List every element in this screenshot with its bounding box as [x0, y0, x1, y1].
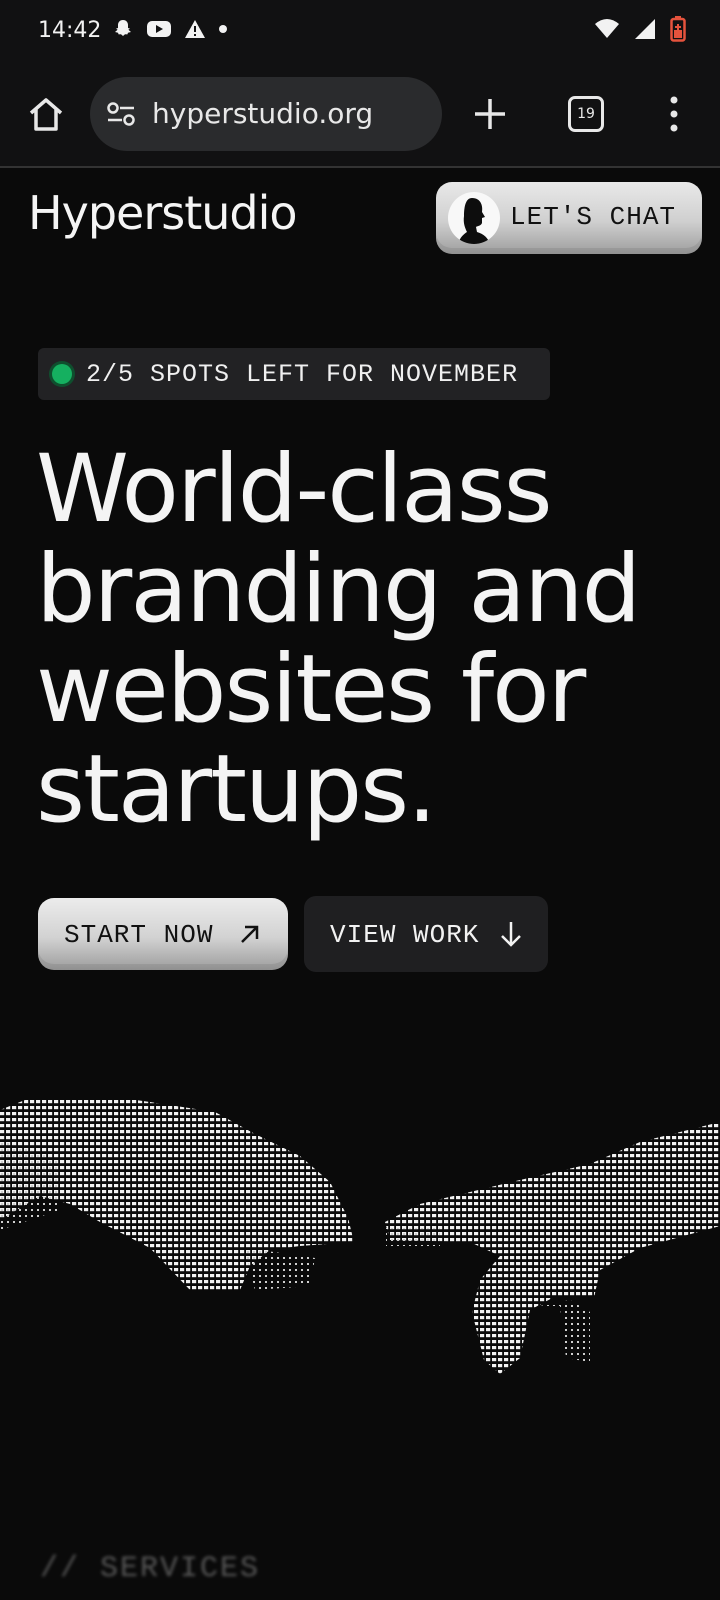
headline-line: startups.: [36, 735, 437, 844]
snapchat-icon: [115, 20, 131, 36]
warning-icon: [185, 20, 205, 38]
status-time: 14:42: [38, 18, 102, 43]
view-work-button[interactable]: VIEW WORK: [304, 896, 548, 972]
site-settings-icon[interactable]: [106, 101, 136, 127]
battery-charging-icon: [670, 16, 686, 42]
youtube-icon: [147, 21, 171, 37]
status-bar: 14:42: [0, 0, 720, 64]
availability-badge: 2/5 SPOTS LEFT FOR NOVEMBER: [38, 348, 550, 400]
ascii-hands-illustration: [0, 1100, 720, 1374]
notification-icons: [112, 18, 228, 40]
home-icon[interactable]: [26, 94, 66, 134]
arrow-up-right-icon: [241, 925, 259, 943]
tab-switcher-button[interactable]: 19: [568, 96, 604, 132]
address-bar[interactable]: hyperstudio.org: [90, 77, 442, 151]
lets-chat-button[interactable]: LET'S CHAT: [436, 182, 702, 254]
headline-line: World-class: [36, 435, 553, 544]
person-silhouette-icon: [458, 198, 490, 244]
start-now-label: START NOW: [64, 920, 214, 950]
right-hand-fingers: [540, 1300, 590, 1362]
browser-toolbar: hyperstudio.org 19: [0, 64, 720, 168]
arrow-down-icon: [501, 922, 521, 947]
headline-line: branding and: [36, 535, 641, 644]
right-hand-edge: [386, 1228, 440, 1246]
avatar: [448, 192, 500, 244]
url-text[interactable]: hyperstudio.org: [152, 97, 373, 130]
headline-line: websites for: [36, 635, 586, 744]
hero-headline: World-class branding and websites for st…: [36, 440, 686, 840]
lets-chat-label: LET'S CHAT: [510, 202, 677, 232]
start-now-button[interactable]: START NOW: [38, 898, 288, 970]
availability-text: 2/5 SPOTS LEFT FOR NOVEMBER: [86, 360, 519, 389]
view-work-label: VIEW WORK: [330, 920, 480, 950]
wifi-icon: [595, 19, 619, 38]
signal-icon: [635, 19, 655, 39]
site-logo[interactable]: Hyperstudio: [28, 186, 298, 240]
plus-icon[interactable]: [472, 94, 508, 134]
services-section-label: // SERVICES: [40, 1552, 261, 1586]
status-dot-icon: [52, 364, 72, 384]
more-options-icon[interactable]: [664, 94, 684, 134]
dot-icon: [219, 25, 227, 33]
system-icons: [594, 16, 686, 42]
right-hand-shape: [385, 1122, 720, 1374]
